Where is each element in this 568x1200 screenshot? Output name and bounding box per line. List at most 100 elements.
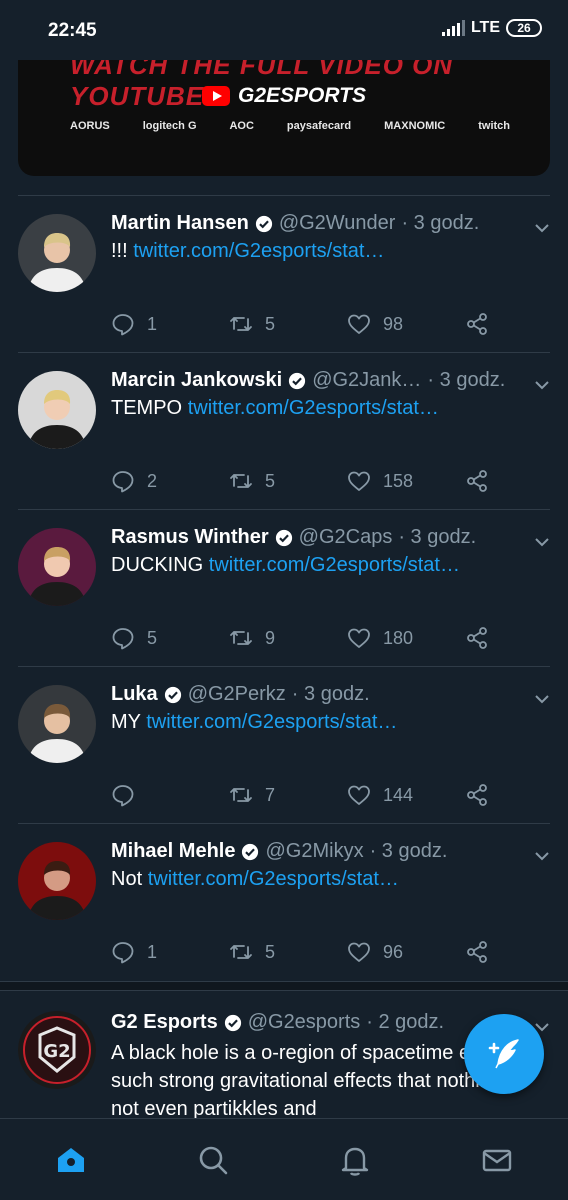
like-count: 158 [383, 470, 414, 491]
battery-icon: 26 [506, 19, 542, 37]
tweet-link[interactable]: twitter.com/G2esports/stat… [209, 554, 460, 576]
notifications-tab[interactable] [338, 1143, 372, 1177]
reply-icon [112, 471, 134, 493]
divider [18, 352, 550, 353]
retweet-count: 9 [265, 627, 276, 648]
heart-icon [348, 471, 370, 491]
reply-button[interactable] [111, 783, 147, 807]
chevron-down-icon[interactable] [534, 534, 550, 550]
reply-count: 1 [147, 941, 158, 962]
share-button[interactable] [465, 626, 489, 650]
tweet-time: · 2 godz. [366, 1011, 445, 1033]
share-button[interactable] [465, 469, 489, 493]
like-button[interactable]: 180 [347, 626, 413, 650]
heart-icon [348, 942, 370, 962]
share-button[interactable] [465, 783, 489, 807]
tweet-media-card[interactable]: WATCH THE FULL VIDEO ON YOUTUBE G2ESPORT… [18, 58, 550, 176]
tweet-time: · 3 godz. [401, 212, 480, 234]
tweet-link[interactable]: twitter.com/G2esports/stat… [188, 397, 439, 419]
search-tab[interactable] [196, 1143, 230, 1177]
tweet-actions: 1 5 98 [111, 312, 491, 336]
chevron-down-icon[interactable] [534, 220, 550, 236]
share-icon [467, 470, 487, 492]
tweet-time: · 3 godz. [369, 840, 448, 862]
reply-icon [112, 628, 134, 650]
share-button[interactable] [465, 312, 489, 336]
tweet[interactable]: Marcin Jankowski @G2Jank… · 3 godz. TEMP… [0, 355, 568, 512]
avatar[interactable] [18, 685, 96, 763]
chevron-down-icon[interactable] [534, 377, 550, 393]
verified-icon [224, 1014, 241, 1031]
tweet[interactable]: Mihael Mehle @G2Mikyx · 3 godz. Not twit… [0, 826, 568, 983]
share-icon [467, 627, 487, 649]
tweet[interactable]: Rasmus Winther @G2Caps · 3 godz. DUCKING… [0, 512, 568, 669]
avatar[interactable] [18, 214, 96, 292]
thread-separator [0, 981, 568, 991]
avatar[interactable] [18, 842, 96, 920]
like-button[interactable]: 144 [347, 783, 413, 807]
tweet-text-content: Not [111, 868, 143, 890]
retweet-button[interactable]: 7 [229, 783, 275, 807]
retweet-count: 5 [265, 313, 276, 334]
like-button[interactable]: 158 [347, 469, 413, 493]
retweet-count: 5 [265, 941, 276, 962]
tweet-author-name[interactable]: Rasmus Winther [111, 526, 269, 549]
compose-tweet-button[interactable] [464, 1014, 544, 1094]
retweet-icon [230, 317, 252, 331]
tweet-text: Not twitter.com/G2esports/stat… [111, 868, 508, 891]
svg-text:G2: G2 [43, 1041, 70, 1062]
verified-icon [164, 686, 181, 703]
tweet-handle: @G2Wunder [278, 212, 396, 234]
tweet-link[interactable]: twitter.com/G2esports/stat… [148, 868, 399, 890]
reply-button[interactable]: 1 [111, 312, 157, 336]
network-type: LTE [470, 19, 500, 36]
tweet-actions: 5 9 180 [111, 626, 491, 650]
tweet-actions: 2 5 158 [111, 469, 491, 493]
tweet-handle: @G2esports [247, 1011, 361, 1033]
like-button[interactable]: 96 [347, 940, 403, 964]
tweet[interactable]: Luka @G2Perkz · 3 godz. MY twitter.com/G… [0, 669, 568, 826]
reply-button[interactable]: 1 [111, 940, 157, 964]
chevron-down-icon[interactable] [534, 691, 550, 707]
tweet-author-name[interactable]: G2 Esports [111, 1011, 218, 1034]
heart-icon [348, 785, 370, 805]
divider [18, 823, 550, 824]
tweet-text-content: MY [111, 711, 141, 733]
divider [18, 509, 550, 510]
channel-name: G2ESPORTS [238, 84, 366, 107]
home-tab[interactable] [54, 1143, 88, 1177]
tweet-handle: @G2Perkz [187, 683, 286, 705]
retweet-button[interactable]: 5 [229, 940, 275, 964]
reply-count: 5 [147, 627, 158, 648]
retweet-button[interactable]: 5 [229, 469, 275, 493]
like-button[interactable]: 98 [347, 312, 403, 336]
tweet-author-name[interactable]: Martin Hansen [111, 212, 249, 235]
reply-button[interactable]: 5 [111, 626, 157, 650]
tweet-link[interactable]: twitter.com/G2esports/stat… [146, 711, 397, 733]
status-bar: 22:45 LTE 26 [0, 0, 568, 60]
like-count: 144 [383, 784, 414, 805]
tweet[interactable]: Martin Hansen @G2Wunder · 3 godz. !!! tw… [0, 198, 568, 355]
tweet-author-name[interactable]: Marcin Jankowski [111, 369, 282, 392]
reply-button[interactable]: 2 [111, 469, 157, 493]
heart-icon [348, 628, 370, 648]
divider [18, 195, 550, 196]
retweet-button[interactable]: 9 [229, 626, 275, 650]
retweet-button[interactable]: 5 [229, 312, 275, 336]
tweet-time: · 3 godz. [398, 526, 477, 548]
avatar[interactable]: G2 [18, 1011, 96, 1089]
share-button[interactable] [465, 940, 489, 964]
sponsor-logo: MAXNOMIC [384, 120, 446, 132]
verified-icon [275, 529, 292, 546]
messages-tab[interactable] [480, 1143, 514, 1177]
tweet-author-name[interactable]: Mihael Mehle [111, 840, 235, 863]
divider [18, 666, 550, 667]
retweet-count: 5 [265, 470, 276, 491]
avatar[interactable] [18, 528, 96, 606]
tweet-link[interactable]: twitter.com/G2esports/stat… [133, 240, 384, 262]
avatar[interactable] [18, 371, 96, 449]
tweet-author-name[interactable]: Luka [111, 683, 158, 706]
retweet-icon [230, 945, 252, 959]
chevron-down-icon[interactable] [534, 848, 550, 864]
tweet-text: DUCKING twitter.com/G2esports/stat… [111, 554, 508, 577]
